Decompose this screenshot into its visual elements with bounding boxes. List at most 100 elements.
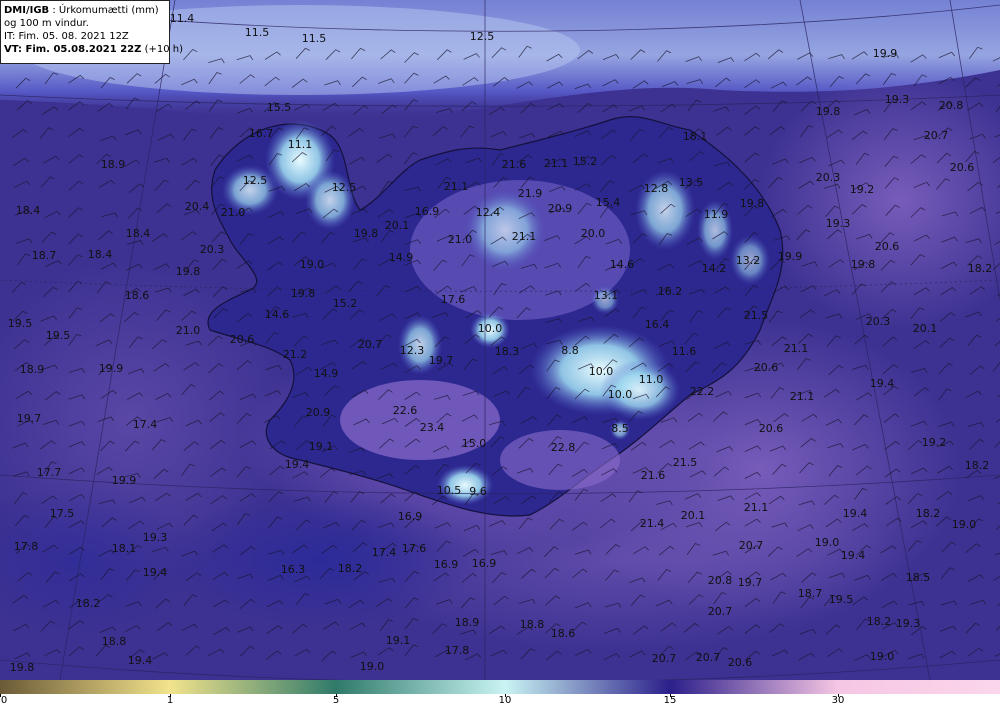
map-value-label: 19.0 (815, 536, 840, 549)
map-value-label: 12.5 (243, 174, 268, 187)
map-value-label: 20.6 (759, 422, 784, 435)
map-value-label: 8.8 (561, 344, 579, 357)
map-value-label: 20.1 (913, 322, 938, 335)
map-value-label: 19.1 (386, 634, 411, 647)
map-value-label: 13.2 (736, 254, 761, 267)
precipitation-map[interactable]: 11.4 11.5 11.5 12.5 19.9 19.3 20.8 19.8 20.7 15.5… (0, 0, 1000, 680)
map-value-label: 12.4 (476, 206, 501, 219)
map-value-label: 21.6 (641, 469, 666, 482)
map-value-label: 19.7 (429, 354, 454, 367)
map-value-label: 20.7 (358, 338, 383, 351)
map-value-label: 18.8 (102, 635, 127, 648)
map-value-label: 21.0 (448, 233, 473, 246)
valid-time-line: VT: Fim. 05.08.2021 22Z (+10 h) (4, 43, 183, 56)
map-value-label: 10.5 (437, 484, 462, 497)
map-value-label: 18.1 (112, 542, 137, 555)
map-value-label: 20.3 (816, 171, 841, 184)
map-value-label: 11.0 (639, 373, 664, 386)
map-value-label: 21.5 (744, 309, 769, 322)
map-value-label: 16.9 (398, 510, 423, 523)
map-value-label: 21.1 (544, 157, 569, 170)
map-value-label: 20.9 (306, 406, 331, 419)
map-value-label: 19.0 (360, 660, 385, 673)
map-value-label: 19.5 (46, 329, 71, 342)
colorbar-tick-label: 15 (663, 695, 677, 706)
map-value-label: 18.2 (965, 459, 990, 472)
map-value-label: 19.4 (841, 549, 866, 562)
map-value-label: 18.2 (76, 597, 101, 610)
map-value-label: 20.6 (728, 656, 753, 669)
map-value-label: 19.8 (10, 661, 35, 674)
map-value-label: 19.5 (8, 317, 33, 330)
map-value-label: 15.2 (333, 297, 358, 310)
map-value-label: 16.9 (472, 557, 497, 570)
map-value-label: 14.2 (702, 262, 727, 275)
map-value-label: 20.7 (652, 652, 677, 665)
map-value-label: 19.8 (291, 287, 316, 300)
map-value-label: 12.5 (470, 30, 495, 43)
map-value-label: 19.0 (952, 518, 977, 531)
map-value-label: 11.5 (245, 26, 270, 39)
map-value-label: 18.6 (125, 289, 150, 302)
map-value-label: 21.9 (518, 187, 543, 200)
source-label: DMI/IGB (4, 5, 50, 16)
map-value-label: 19.3 (143, 531, 168, 544)
map-value-label: 19.8 (851, 258, 876, 271)
map-value-label: 20.3 (200, 243, 225, 256)
map-value-label: 20.8 (708, 574, 733, 587)
map-value-label: 22.2 (690, 385, 715, 398)
map-value-label: 19.7 (17, 412, 42, 425)
map-value-label: 15.4 (596, 196, 621, 209)
map-value-label: 17.8 (445, 644, 470, 657)
map-value-label: 23.4 (420, 421, 445, 434)
map-value-label: 21.2 (283, 348, 308, 361)
map-value-label: 18.5 (906, 571, 931, 584)
map-value-label: 9.6 (469, 485, 487, 498)
map-value-label: 19.0 (300, 258, 325, 271)
map-value-label: 18.7 (32, 249, 57, 262)
map-value-label: 21.0 (176, 324, 201, 337)
map-value-label: 12.5 (332, 181, 357, 194)
map-value-label: 19.2 (850, 183, 875, 196)
colorbar-tick-label: 1 (166, 695, 174, 706)
colorbar-tick-label: 5 (332, 695, 340, 706)
map-legend-box: DMI/IGB : Úrkomumætti (mm) og 100 m vind… (0, 0, 183, 64)
map-value-label: 16.9 (415, 205, 440, 218)
map-value-label: 22.6 (393, 404, 418, 417)
map-value-label: 13.5 (679, 176, 704, 189)
map-value-label: 19.4 (128, 654, 153, 667)
map-value-label: 18.4 (88, 248, 113, 261)
map-value-label: 20.7 (739, 539, 764, 552)
map-value-label: 22.8 (551, 441, 576, 454)
issue-time: IT: Fim. 05. 08. 2021 12Z (4, 31, 129, 42)
map-value-label: 19.3 (826, 217, 851, 230)
map-value-label: 19.2 (922, 436, 947, 449)
map-value-label: 20.8 (939, 99, 964, 112)
map-value-label: 18.2 (916, 507, 941, 520)
map-value-label: 18.6 (551, 627, 576, 640)
map-value-label: 19.7 (738, 576, 763, 589)
map-value-label: 20.6 (950, 161, 975, 174)
map-value-label: 18.7 (798, 587, 823, 600)
map-value-label: 15.5 (267, 101, 292, 114)
map-value-label: 19.4 (870, 377, 895, 390)
map-value-label: 20.9 (548, 202, 573, 215)
map-value-label: 10.0 (589, 365, 614, 378)
map-value-label: 19.8 (816, 105, 841, 118)
map-value-label: 18.3 (495, 345, 520, 358)
map-value-label: 16.7 (249, 127, 274, 140)
map-value-label: 17.8 (14, 540, 39, 553)
map-value-label: 15.2 (573, 155, 598, 168)
map-value-label: 19.9 (873, 47, 898, 60)
map-value-label: 17.6 (402, 542, 427, 555)
map-value-label: 12.8 (644, 182, 669, 195)
map-value-label: 19.4 (843, 507, 868, 520)
valid-time: VT: Fim. 05.08.2021 22Z (4, 44, 142, 55)
map-value-label: 10.0 (478, 322, 503, 335)
map-value-label: 21.1 (784, 342, 809, 355)
map-value-label: 16.3 (281, 563, 306, 576)
map-value-label: 8.5 (611, 422, 629, 435)
map-value-label: 13.1 (594, 289, 619, 302)
map-value-label: 19.8 (740, 197, 765, 210)
map-value-label: 14.9 (314, 367, 339, 380)
